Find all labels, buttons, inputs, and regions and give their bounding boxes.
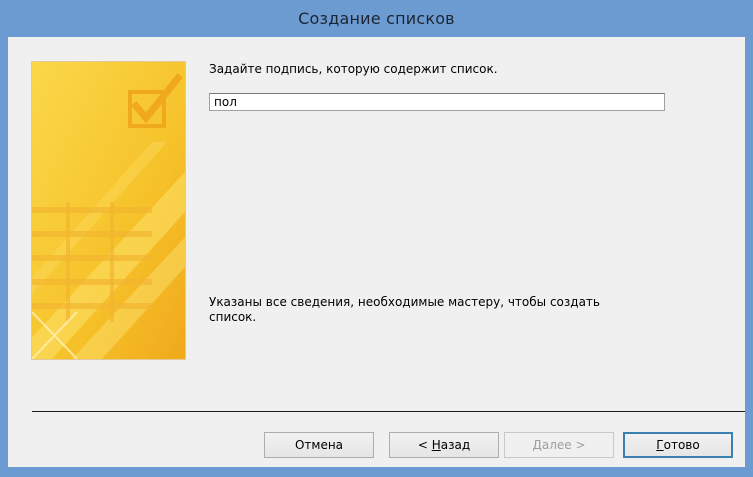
cancel-button-label: Отмена <box>294 438 344 452</box>
title-bar: Создание списков <box>0 0 753 37</box>
next-button[interactable]: Далее > <box>504 432 614 458</box>
finish-button-hotkey: Г <box>656 438 664 452</box>
back-button-label: азад <box>440 438 471 452</box>
dialog-body: Задайте подпись, которую содержит список… <box>8 37 745 467</box>
caption-prompt-label: Задайте подпись, которую содержит список… <box>209 62 498 76</box>
list-wizard-checkbox-illustration-icon <box>32 62 185 359</box>
finish-button-label: отово <box>663 438 700 452</box>
wizard-banner-image <box>31 61 186 360</box>
completion-info-text: Указаны все сведения, необходимые мастер… <box>209 295 679 325</box>
cancel-button[interactable]: Отмена <box>264 432 374 458</box>
completion-info-line-2: список. <box>209 310 257 324</box>
completion-info-line-1: Указаны все сведения, необходимые мастер… <box>209 295 600 309</box>
footer-separator <box>32 411 745 412</box>
finish-button[interactable]: Готово <box>623 432 733 458</box>
back-button-prefix: < <box>417 438 432 452</box>
next-button-label: алее > <box>541 438 586 452</box>
window-title: Создание списков <box>298 9 455 28</box>
next-button-hotkey: Д <box>532 438 542 452</box>
caption-input[interactable]: пол <box>209 93 665 111</box>
back-button-hotkey: Н <box>431 438 441 452</box>
dialog-window: Создание списков Задайте подпись, котору… <box>0 0 753 477</box>
back-button[interactable]: < Назад <box>389 432 499 458</box>
